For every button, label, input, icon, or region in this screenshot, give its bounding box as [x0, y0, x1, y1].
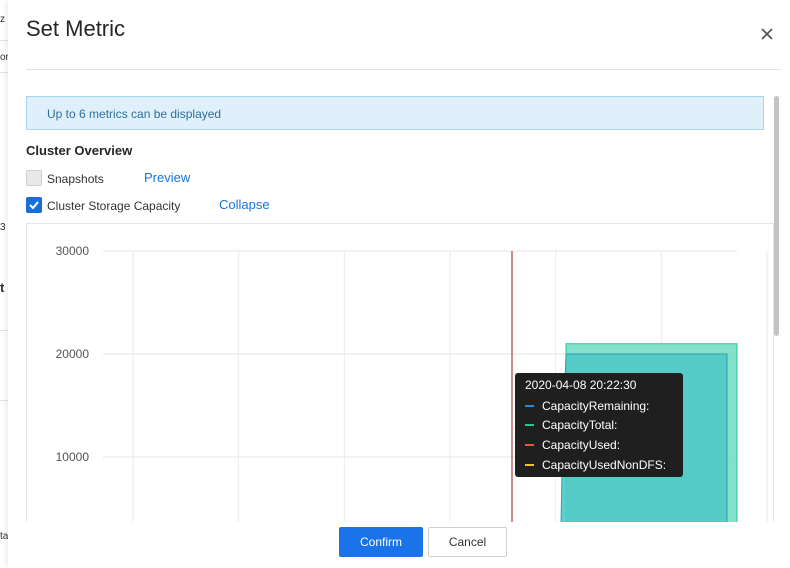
section-title: Cluster Overview	[26, 143, 133, 158]
background-divider	[0, 40, 8, 41]
snapshots-checkbox[interactable]	[26, 170, 42, 186]
header-divider	[26, 69, 781, 70]
series-swatch-icon	[525, 404, 534, 407]
tooltip-label: CapacityTotal:	[542, 418, 618, 432]
tooltip-row-capacity-remaining: CapacityRemaining:	[525, 399, 649, 413]
series-swatch-icon	[525, 443, 534, 446]
series-swatch-icon	[525, 423, 534, 426]
collapse-link[interactable]: Collapse	[219, 197, 270, 212]
tooltip-row-capacity-used-non-dfs: CapacityUsedNonDFS:	[525, 458, 666, 472]
preview-link[interactable]: Preview	[144, 170, 190, 185]
tooltip-row-capacity-used: CapacityUsed:	[525, 438, 620, 452]
tooltip-label: CapacityRemaining:	[542, 399, 650, 413]
background-divider	[0, 330, 8, 331]
background-text-fragment: t	[0, 280, 5, 295]
confirm-button[interactable]: Confirm	[339, 527, 423, 557]
info-banner: Up to 6 metrics can be displayed	[26, 96, 764, 130]
background-text-fragment: 3	[0, 222, 6, 233]
y-tick-label: 30000	[56, 244, 90, 258]
series-swatch-icon	[525, 463, 534, 466]
dialog-scrollbar[interactable]	[774, 96, 779, 336]
cluster-storage-capacity-label: Cluster Storage Capacity	[47, 199, 181, 213]
snapshots-label: Snapshots	[47, 172, 104, 186]
tooltip-timestamp: 2020-04-08 20:22:30	[525, 378, 637, 392]
background-text-fragment: z	[0, 14, 5, 25]
background-divider	[0, 72, 8, 73]
tooltip-row-capacity-total: CapacityTotal:	[525, 418, 617, 432]
dialog-title: Set Metric	[26, 16, 126, 41]
y-tick-label: 20000	[56, 347, 90, 361]
background-divider	[0, 400, 8, 401]
set-metric-dialog: Set Metric Up to 6 metrics can be displa…	[8, 0, 790, 568]
chart-tooltip: 2020-04-08 20:22:30 CapacityRemaining: C…	[515, 373, 683, 477]
tooltip-label: CapacityUsed:	[542, 438, 621, 452]
dialog-footer: Confirm Cancel	[8, 522, 790, 568]
cancel-button[interactable]: Cancel	[428, 527, 507, 557]
close-icon	[761, 28, 773, 40]
tooltip-label: CapacityUsedNonDFS:	[542, 458, 667, 472]
cluster-storage-capacity-checkbox[interactable]	[26, 197, 42, 213]
checkmark-icon	[29, 201, 39, 210]
close-button[interactable]	[757, 24, 777, 44]
y-tick-label: 10000	[56, 450, 90, 464]
